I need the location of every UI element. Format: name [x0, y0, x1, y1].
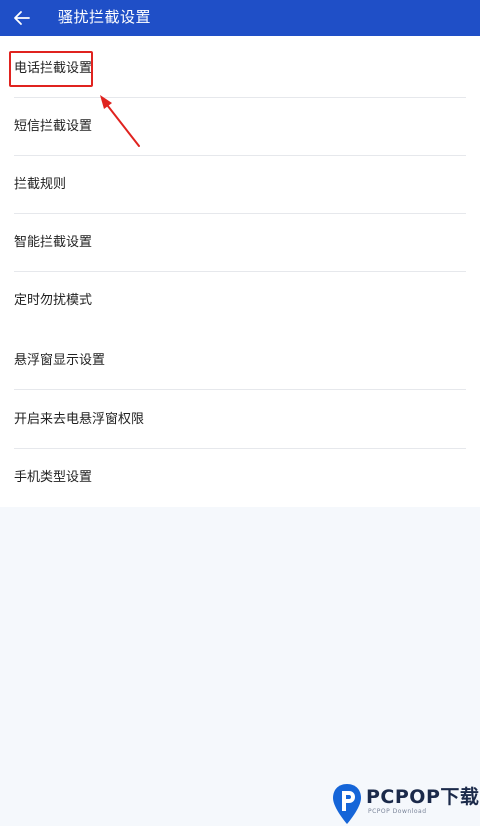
watermark-brand: PCPOP下载	[366, 786, 480, 808]
page-title: 骚扰拦截设置	[58, 8, 152, 26]
watermark-subtitle: PCPOP Download	[368, 808, 427, 815]
menu-item-floating-window-permission[interactable]: 开启来去电悬浮窗权限	[14, 391, 466, 449]
menu-item-label: 智能拦截设置	[14, 235, 93, 250]
menu-item-label: 拦截规则	[14, 177, 67, 192]
menu-item-label: 手机类型设置	[14, 470, 93, 485]
pointer-arrow-icon	[100, 95, 140, 147]
menu-item-scheduled-dnd[interactable]: 定时勿扰模式	[14, 272, 466, 330]
settings-list: 电话拦截设置 短信拦截设置 拦截规则 智能拦截设置 定时勿扰模式 悬浮窗显示设置…	[0, 36, 480, 507]
highlight-box	[9, 51, 93, 87]
top-app-bar: 骚扰拦截设置	[0, 0, 480, 36]
menu-item-label: 定时勿扰模式	[14, 293, 93, 308]
menu-item-floating-window-display[interactable]: 悬浮窗显示设置	[14, 332, 466, 390]
menu-item-label: 悬浮窗显示设置	[14, 353, 106, 368]
menu-item-phone-type-settings[interactable]: 手机类型设置	[14, 449, 466, 507]
pcpop-logo-icon	[333, 784, 361, 824]
menu-item-sms-block-settings[interactable]: 短信拦截设置	[14, 98, 466, 156]
menu-item-smart-block-settings[interactable]: 智能拦截设置	[14, 214, 466, 272]
menu-item-label: 开启来去电悬浮窗权限	[14, 412, 145, 427]
menu-item-block-rules[interactable]: 拦截规则	[14, 156, 466, 214]
menu-item-label: 短信拦截设置	[14, 119, 93, 134]
watermark: PCPOP下载 PCPOP Download	[330, 778, 480, 826]
back-arrow-icon[interactable]	[10, 6, 34, 30]
